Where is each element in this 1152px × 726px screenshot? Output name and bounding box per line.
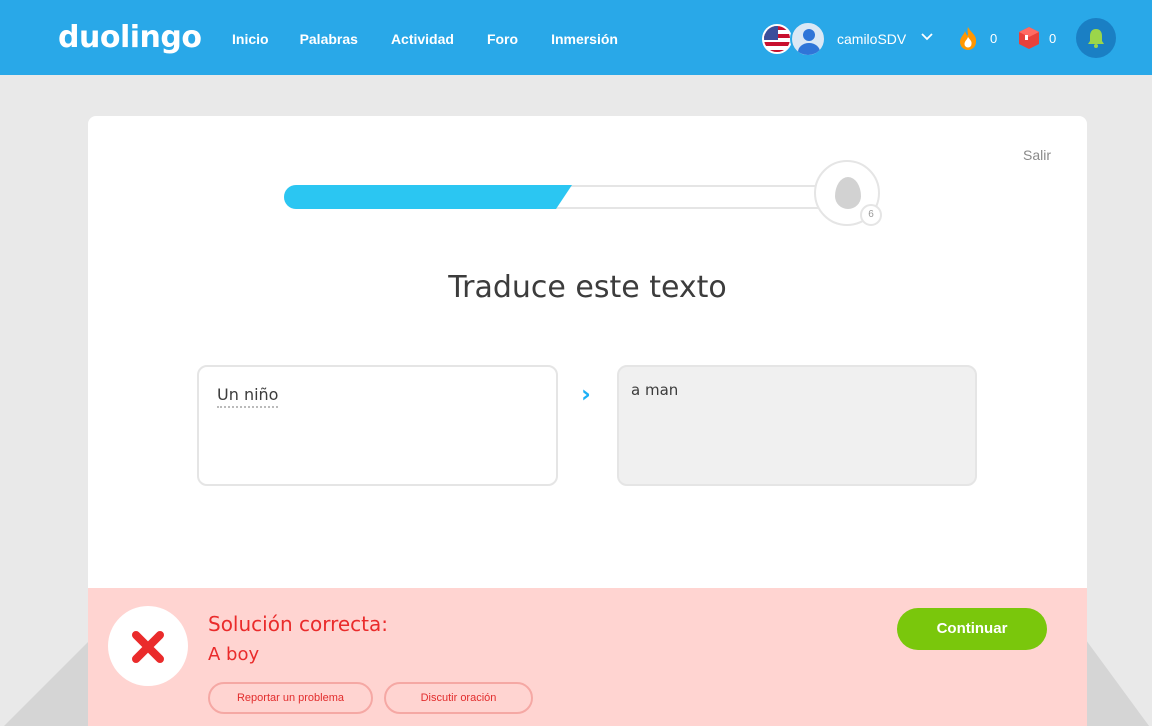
notifications-button[interactable]	[1076, 18, 1116, 58]
nav-actividad[interactable]: Actividad	[391, 31, 454, 47]
source-text[interactable]: Un niño	[217, 385, 279, 408]
discuss-sentence-button[interactable]: Discutir oración	[384, 682, 533, 714]
report-problem-button[interactable]: Reportar un problema	[208, 682, 373, 714]
bell-icon	[1088, 29, 1104, 48]
nav-foro[interactable]: Foro	[487, 31, 518, 47]
egg-icon	[835, 177, 861, 209]
nav-inmersion[interactable]: Inmersión	[551, 31, 618, 47]
streak-flame-icon[interactable]	[955, 25, 981, 51]
continue-button[interactable]: Continuar	[897, 608, 1047, 650]
feedback-panel: Solución correcta: A boy Reportar un pro…	[88, 588, 1087, 726]
duolingo-logo[interactable]: duolingo	[58, 20, 202, 55]
gems-count: 0	[1049, 31, 1057, 46]
incorrect-badge	[108, 606, 188, 686]
main-nav: Inicio Palabras Actividad Foro Inmersión	[232, 31, 651, 47]
chevron-right-icon: ›	[581, 380, 591, 408]
streak-count: 0	[990, 31, 998, 46]
prompt-title: Traduce este texto	[448, 270, 727, 305]
exit-button[interactable]: Salir	[1023, 147, 1051, 163]
nav-inicio[interactable]: Inicio	[232, 31, 269, 47]
chevron-down-icon[interactable]	[920, 29, 934, 43]
answer-text: a man	[631, 381, 679, 399]
answer-textarea[interactable]: a man	[617, 365, 977, 486]
avatar[interactable]	[790, 21, 826, 57]
avatar-body	[798, 43, 820, 55]
feedback-title: Solución correcta:	[208, 612, 389, 636]
us-flag-icon[interactable]	[762, 24, 792, 54]
close-x-icon	[132, 631, 164, 663]
lingot-gem-icon[interactable]	[1016, 25, 1042, 51]
username-label[interactable]: camiloSDV	[837, 31, 906, 47]
lesson-card: Salir 6 Traduce este texto Un niño › a m…	[88, 116, 1087, 726]
background-hill-right	[1086, 640, 1152, 726]
background-hill-left	[0, 640, 90, 726]
source-text-box: Un niño	[197, 365, 558, 486]
egg-count: 6	[860, 204, 882, 226]
correct-answer: A boy	[208, 644, 260, 665]
progress-goal-egg: 6	[814, 160, 882, 226]
nav-palabras[interactable]: Palabras	[300, 31, 358, 47]
avatar-head	[803, 29, 815, 41]
top-nav-bar: duolingo Inicio Palabras Actividad Foro …	[0, 0, 1152, 75]
progress-fill	[284, 185, 572, 209]
